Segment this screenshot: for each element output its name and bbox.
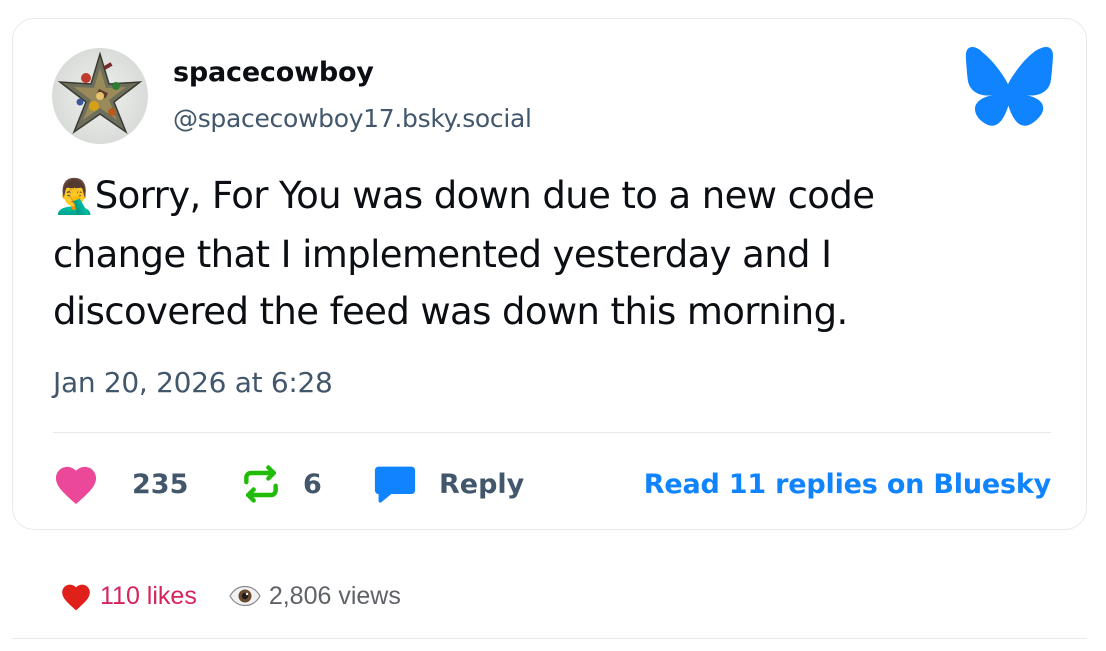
views-stat: 2,806 views (229, 582, 401, 611)
post-body: Sorry, For You was down due to a new cod… (53, 174, 875, 333)
speech-bubble-icon (373, 463, 417, 505)
author-handle[interactable]: @spacecowboy17.bsky.social (173, 104, 532, 133)
reply-button[interactable]: Reply (373, 459, 524, 509)
display-name[interactable]: spacecowboy (173, 57, 374, 88)
post-text: 🤦‍♂️Sorry, For You was down due to a new… (53, 167, 1013, 340)
views-label: 2,806 views (268, 581, 401, 610)
repost-button[interactable]: 6 (239, 459, 322, 509)
bottom-divider (12, 638, 1087, 639)
like-count: 235 (132, 468, 189, 500)
action-bar: 235 6 Reply Read 11 replies on Bluesky (53, 459, 1051, 509)
red-heart-icon (60, 582, 92, 611)
repost-icon (239, 462, 283, 506)
repost-count: 6 (303, 468, 322, 500)
avatar-star-icon (57, 51, 143, 135)
reply-label: Reply (439, 468, 525, 500)
heart-icon (53, 463, 99, 505)
facepalm-emoji: 🤦‍♂️ (53, 177, 95, 217)
eye-icon (229, 585, 261, 607)
divider (53, 432, 1051, 433)
read-replies-link[interactable]: Read 11 replies on Bluesky (644, 459, 1051, 509)
like-button[interactable]: 235 (53, 459, 188, 509)
post-stats: 110 likes 2,806 views (60, 578, 401, 614)
avatar[interactable] (52, 48, 148, 144)
post-timestamp[interactable]: Jan 20, 2026 at 6:28 (53, 366, 333, 399)
bluesky-logo[interactable] (963, 47, 1053, 127)
post-card: spacecowboy @spacecowboy17.bsky.social 🤦… (12, 18, 1087, 530)
likes-stat[interactable]: 110 likes (60, 582, 197, 611)
likes-label: 110 likes (100, 581, 197, 610)
bluesky-butterfly-icon (965, 47, 1053, 126)
